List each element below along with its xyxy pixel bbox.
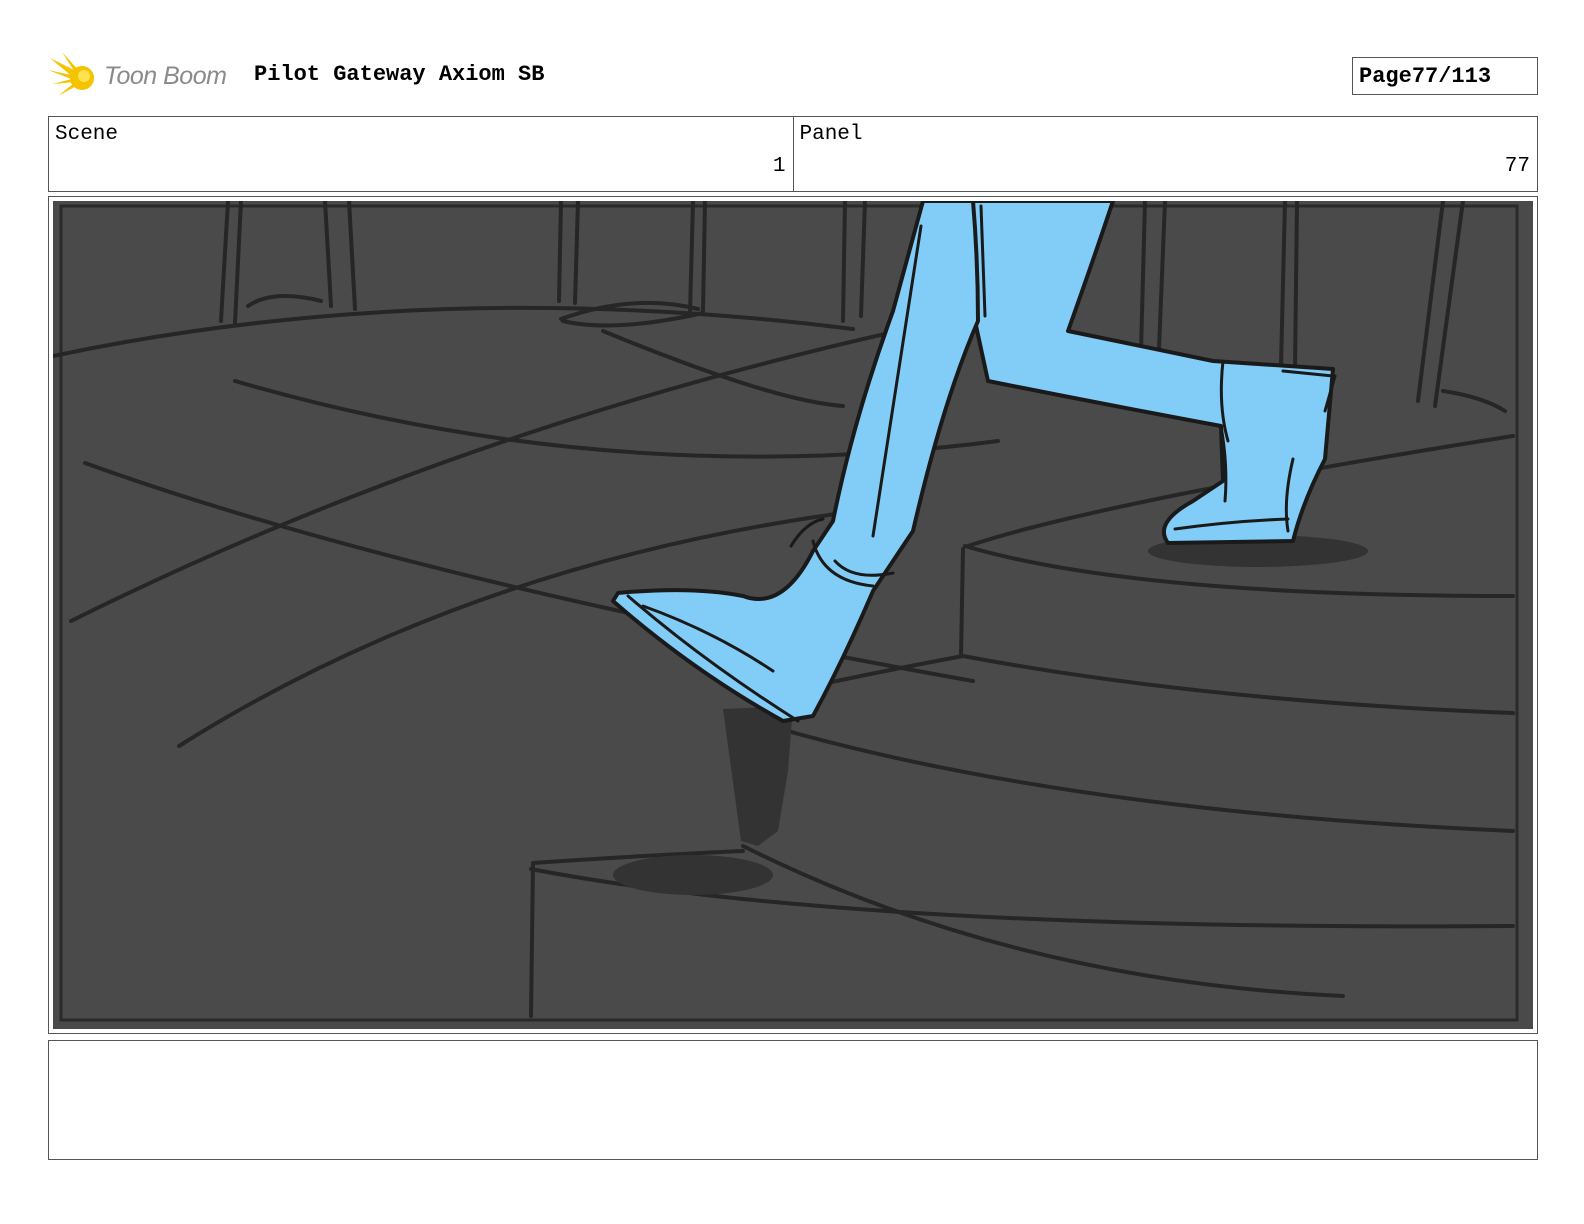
panel-cell: Panel 77 [792,117,1538,191]
panel-drawing [53,201,1533,1029]
panel-value: 77 [1504,155,1530,178]
page-label: Page [1359,63,1412,89]
project-title: Pilot Gateway Axiom SB [254,62,545,87]
page-number: 77/113 [1411,63,1492,89]
scene-label: Scene [55,123,119,146]
scene-value: 1 [772,155,786,178]
scene-panel-info: Scene 1 Panel 77 [48,116,1538,192]
scene-cell: Scene 1 [49,117,793,191]
storyboard-panel [48,196,1538,1034]
toon-boom-logo: Toon Boom [48,50,227,102]
starburst-icon [48,52,94,96]
notes-box [48,1040,1538,1160]
panel-label: Panel [799,123,863,146]
page-indicator: Page 77/113 [1352,57,1538,95]
page-header: Toon Boom Pilot Gateway Axiom SB Page 77… [48,50,1538,102]
logo-text: Toon Boom [104,61,227,90]
